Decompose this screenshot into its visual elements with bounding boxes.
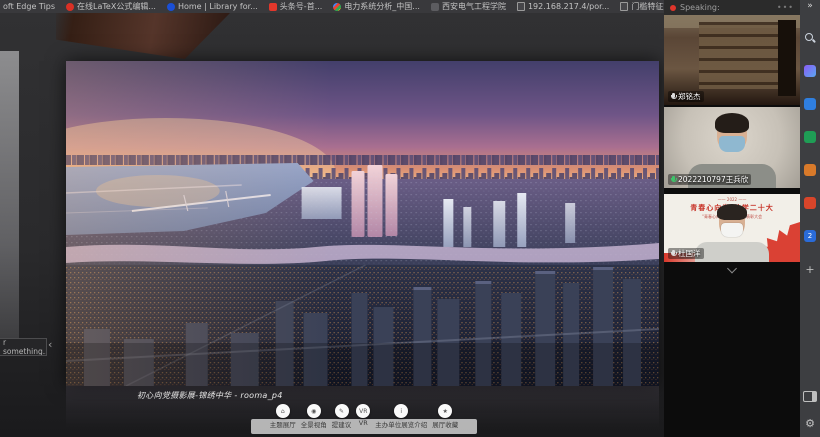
photo-caption: 初心向党摄影展-锦绣中华 - rooma_p4	[137, 390, 283, 401]
favorite-icon: ★	[438, 404, 452, 418]
suggest-button[interactable]: ✎ 提建议	[332, 404, 352, 429]
sidebar-panel-icon[interactable]	[803, 391, 817, 402]
vr-button[interactable]: VR VR	[356, 404, 370, 429]
chevron-left-icon[interactable]: ‹	[48, 338, 52, 351]
bookmark-label: 西安电气工程学院	[442, 1, 506, 12]
participant-video-1[interactable]: 郑铭杰	[664, 15, 800, 105]
bookmark-label: 电力系统分析_中国...	[344, 1, 420, 12]
copilot-icon[interactable]	[804, 65, 816, 77]
favicon-icon	[66, 3, 74, 11]
banner-top-line: —— 2022 ——	[664, 197, 800, 202]
settings-gear-icon[interactable]: ⚙	[805, 418, 815, 429]
vr-icon: VR	[356, 404, 370, 418]
face-mask	[721, 223, 743, 237]
info-icon: i	[394, 404, 408, 418]
mic-icon	[671, 250, 676, 258]
bookmark-item[interactable]: 电力系统分析_中国...	[333, 1, 420, 12]
participant-name-tag: 郑铭杰	[668, 91, 704, 102]
participant-name: 杜国洋	[678, 248, 701, 259]
add-icon[interactable]: +	[804, 263, 816, 275]
bookmark-item[interactable]: 西安电气工程学院	[431, 1, 506, 12]
exhibition-toolbar: ⌂ 主题展厅 ◉ 全景视角 ✎ 提建议 VR VR i 主办单位展览介绍	[251, 404, 477, 435]
bookmark-item[interactable]: Home | Library for...	[167, 2, 258, 11]
chat-icon[interactable]	[804, 98, 816, 110]
favorite-button[interactable]: ★ 展厅收藏	[432, 404, 458, 429]
bookmark-item[interactable]: 192.168.217.4/por...	[517, 2, 609, 11]
shopping-icon[interactable]	[804, 131, 816, 143]
face-mask	[719, 136, 745, 152]
bookmark-item[interactable]: 在线LaTeX公式编辑...	[66, 1, 156, 12]
bookmark-item[interactable]: 门槛特征文参考资...	[620, 1, 670, 12]
participant-name: 2022210797王兵欣	[678, 174, 748, 185]
participant-figure	[719, 206, 745, 237]
favicon-icon	[620, 2, 628, 11]
panorama-button[interactable]: ◉ 全景视角	[301, 404, 327, 429]
exhibition-photo	[66, 61, 659, 386]
mic-icon	[671, 93, 676, 101]
left-wall	[0, 51, 19, 349]
bookmark-label: Home | Library for...	[178, 2, 258, 11]
screen: oft Edge Tips 在线LaTeX公式编辑... Home | Libr…	[0, 0, 820, 437]
hall-button[interactable]: ⌂ 主题展厅	[270, 404, 296, 429]
photo-warm-haze	[66, 61, 659, 386]
bookmark-label: 头条号-首...	[280, 1, 323, 12]
favicon-icon	[517, 2, 525, 11]
bookmark-label: 在线LaTeX公式编辑...	[77, 1, 156, 12]
favicon-icon	[269, 3, 277, 11]
bookmark-item[interactable]: 头条号-首...	[269, 1, 323, 12]
participant-figure	[717, 116, 747, 152]
bookmark-label: 192.168.217.4/por...	[528, 2, 609, 11]
more-menu-icon[interactable]: •••	[777, 3, 794, 12]
bookmark-item[interactable]: oft Edge Tips	[3, 2, 55, 11]
bookshelf	[699, 22, 778, 89]
favicon-icon	[167, 3, 175, 11]
meeting-header: Speaking: •••	[664, 0, 800, 15]
search-icon[interactable]	[804, 32, 816, 44]
participant-name: 郑铭杰	[678, 91, 701, 102]
favicon-icon	[431, 3, 439, 11]
participant-video-3[interactable]: —— 2022 —— 青春心向党 共学二十大 “青春心向党”主题学习暨表彰大会 …	[664, 194, 800, 262]
collections-icon[interactable]	[804, 164, 816, 176]
hall-icon: ⌂	[276, 404, 290, 418]
games-icon[interactable]	[804, 197, 816, 209]
participant-video-2[interactable]: 2022210797王兵欣	[664, 107, 800, 188]
notebook-icon[interactable]: 2	[804, 230, 816, 242]
exhibition-scene: 初心向党摄影展-锦绣中华 - rooma_p4 r something... ‹…	[0, 13, 664, 437]
participant-name-tag: 杜国洋	[668, 248, 704, 259]
favicon-icon	[333, 3, 341, 11]
suggest-icon: ✎	[335, 404, 349, 418]
mic-active-icon	[671, 176, 676, 184]
bookmark-label: oft Edge Tips	[3, 2, 55, 11]
bookmarks-overflow-icon[interactable]: »	[807, 1, 813, 11]
participant-name-tag: 2022210797王兵欣	[668, 174, 751, 185]
search-input-text: r something...	[3, 338, 47, 356]
edge-sidebar: » 2 + ⚙	[800, 0, 820, 437]
photo-vignette	[66, 343, 659, 386]
speaking-label: Speaking:	[680, 3, 773, 12]
ceiling-beam	[56, 13, 230, 59]
organizer-info-button[interactable]: i 主办单位展览介绍	[375, 404, 427, 429]
chevron-down-icon[interactable]	[727, 264, 737, 274]
meeting-panel: Speaking: ••• 郑铭杰 2022210797王兵欣 —— 2022 …	[664, 0, 800, 437]
panorama-icon: ◉	[307, 404, 321, 418]
speaking-indicator-icon	[670, 5, 676, 11]
bookmarks-bar: oft Edge Tips 在线LaTeX公式编辑... Home | Libr…	[0, 0, 670, 13]
search-input[interactable]: r something...	[0, 338, 47, 356]
